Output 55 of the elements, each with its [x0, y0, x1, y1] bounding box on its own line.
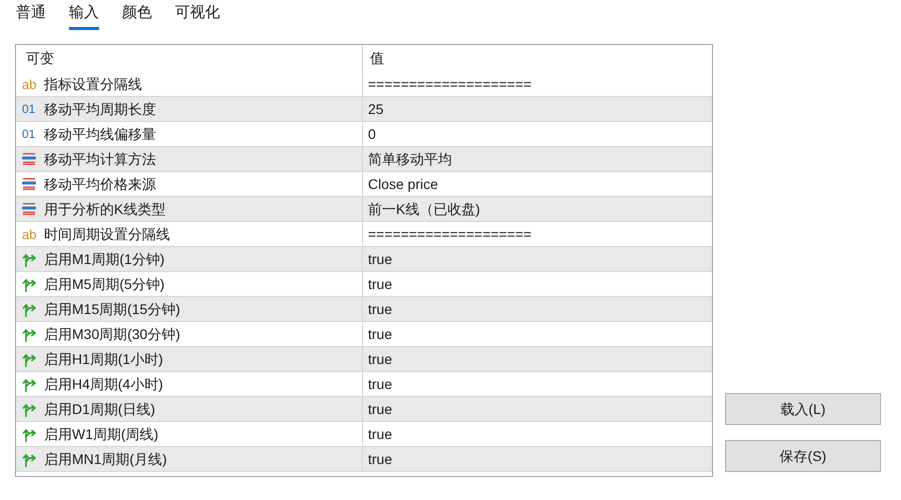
number-type-icon: 01	[22, 103, 40, 115]
parameter-value[interactable]: 前一K线（已收盘)	[363, 198, 480, 220]
parameter-value[interactable]: true	[363, 248, 392, 270]
parameter-value[interactable]: true	[363, 374, 392, 394]
branch-arrow-icon	[22, 376, 36, 392]
tab[interactable]: 普通	[16, 4, 46, 30]
number-type-icon: 01	[22, 128, 40, 140]
parameter-name: 移动平均周期长度	[44, 100, 156, 118]
branch-arrow-icon	[22, 276, 36, 292]
parameter-value[interactable]: true	[363, 324, 392, 344]
tab[interactable]: 可视化	[175, 4, 220, 30]
parameter-value[interactable]: 0	[363, 124, 376, 144]
branch-arrow-icon	[22, 452, 36, 466]
parameter-value[interactable]: ====================	[363, 224, 532, 244]
list-icon	[22, 178, 36, 190]
branch-arrow-icon	[22, 252, 36, 266]
parameter-name: 移动平均线偏移量	[44, 124, 156, 144]
branch-arrow-icon	[22, 326, 36, 342]
parameter-value[interactable]: true	[363, 298, 392, 320]
list-icon	[22, 203, 36, 215]
parameter-name: 移动平均计算方法	[44, 150, 156, 168]
parameter-value[interactable]: true	[363, 448, 392, 470]
string-type-icon: ab	[22, 228, 40, 240]
parameter-value[interactable]: true	[363, 348, 392, 370]
parameter-name: 启用W1周期(周线)	[44, 424, 158, 444]
parameter-value[interactable]: Close price	[363, 174, 438, 194]
parameter-value[interactable]: ====================	[363, 74, 532, 94]
parameter-name: 启用M1周期(1分钟)	[44, 250, 165, 269]
dialog-button[interactable]: 保存(S)	[725, 440, 881, 472]
parameter-name: 用于分析的K线类型	[44, 200, 166, 218]
parameter-value[interactable]: 简单移动平均	[363, 148, 452, 170]
parameter-value[interactable]: 25	[363, 98, 384, 120]
parameter-name: 启用M30周期(30分钟)	[44, 324, 180, 344]
parameter-name: 启用M5周期(5分钟)	[44, 274, 165, 294]
string-type-icon: ab	[22, 78, 40, 90]
column-header: 值	[369, 49, 384, 68]
parameter-name: 启用M15周期(15分钟)	[44, 300, 180, 319]
branch-arrow-icon	[22, 352, 36, 366]
parameter-name: 时间周期设置分隔线	[44, 224, 170, 244]
parameter-value[interactable]: true	[363, 424, 392, 444]
parameter-name: 启用H1周期(1小时)	[44, 350, 164, 369]
branch-arrow-icon	[22, 302, 36, 316]
parameter-name: 启用MN1周期(月线)	[44, 450, 167, 469]
branch-arrow-icon	[22, 426, 36, 442]
parameter-value[interactable]: true	[363, 274, 392, 294]
parameter-value[interactable]: true	[363, 398, 392, 420]
tab[interactable]: 输入	[69, 4, 99, 30]
parameter-name: 启用D1周期(日线)	[44, 400, 156, 419]
parameter-name: 启用H4周期(4小时)	[44, 374, 164, 394]
branch-arrow-icon	[22, 402, 36, 416]
dialog-button[interactable]: 载入(L)	[725, 393, 881, 425]
parameter-name: 指标设置分隔线	[44, 74, 142, 94]
tab[interactable]: 颜色	[122, 4, 152, 30]
parameter-name: 移动平均价格来源	[44, 174, 156, 194]
list-icon	[22, 153, 36, 165]
